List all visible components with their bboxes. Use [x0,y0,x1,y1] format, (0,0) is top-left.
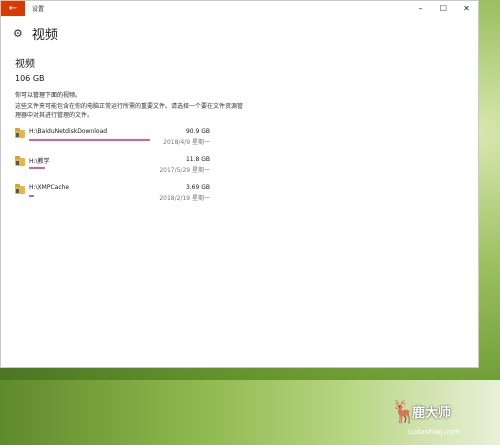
maximize-button[interactable]: ☐ [432,1,455,16]
usage-bar-track [29,167,150,169]
minimize-button[interactable]: – [409,1,432,16]
folder-path: H:\教学 [29,158,50,165]
total-size: 106 GB [15,74,45,83]
folder-icon [15,156,25,166]
header-title: 视频 [31,28,58,43]
usage-bar [29,167,45,169]
folder-date: 2018/2/19 星期一 [159,195,210,202]
settings-window: ← 设置 – ☐ ✕ ⚙ 视频 视频 106 GB 你可以管理下面的视频。 这些… [0,0,479,368]
usage-bar-track [29,195,150,197]
folder-date: 2018/4/9 星期一 [163,139,210,146]
window-controls: – ☐ ✕ [409,1,478,16]
settings-header: ⚙ 视频 [13,24,58,43]
folder-icon [15,184,25,194]
window-title: 设置 [32,6,45,13]
description-long: 这些文件夹可能包含在你的电脑正常运行所需的重要文件。请选择一个要在文件资源管理器… [15,103,244,119]
folder-path: H:\XMPCache [29,184,70,191]
usage-bar-track [29,139,150,141]
description-short: 你可以管理下面的视频。 [15,92,82,99]
folder-item[interactable]: H:\BaiduNetdiskDownload 90.9 GB 2018/4/9… [15,127,215,153]
folder-icon [15,128,25,138]
gear-icon: ⚙ [13,27,23,40]
folder-size: 90.9 GB [185,128,210,135]
folder-date: 2017/5/29 星期一 [159,167,210,174]
folder-path: H:\BaiduNetdiskDownload [29,128,108,135]
watermark-logo: 🦌 鹿大师 Ludashiwj.com [390,398,490,442]
folder-item[interactable]: H:\XMPCache 3.69 GB 2018/2/19 星期一 [15,183,215,209]
usage-bar [29,195,34,197]
folder-size: 3.69 GB [185,184,210,191]
section-title: 视频 [15,59,35,70]
usage-bar [29,139,150,141]
close-button[interactable]: ✕ [455,1,478,16]
folder-size: 11.8 GB [185,156,210,163]
watermark-url: Ludashiwj.com [408,428,460,436]
watermark-brand: 鹿大师 [412,406,452,421]
folder-item[interactable]: H:\教学 11.8 GB 2017/5/29 星期一 [15,155,215,181]
title-bar: ← 设置 – ☐ ✕ [1,1,478,16]
back-button[interactable]: ← [1,1,25,16]
folder-list: H:\BaiduNetdiskDownload 90.9 GB 2018/4/9… [15,127,215,211]
back-arrow-icon: ← [8,3,18,14]
